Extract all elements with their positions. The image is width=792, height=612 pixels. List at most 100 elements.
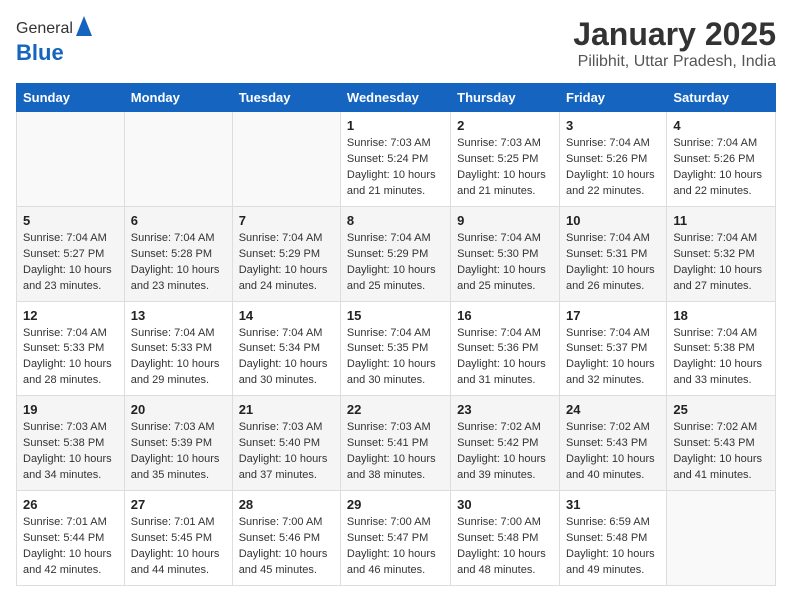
calendar-cell	[17, 112, 125, 207]
calendar-week-row: 19 Sunrise: 7:03 AM Sunset: 5:38 PM Dayli…	[17, 396, 776, 491]
location-title: Pilibhit, Uttar Pradesh, India	[573, 53, 776, 71]
calendar-cell: 10 Sunrise: 7:04 AM Sunset: 5:31 PM Dayli…	[560, 206, 667, 301]
day-number: 3	[566, 118, 660, 133]
calendar-cell: 1 Sunrise: 7:03 AM Sunset: 5:24 PM Daylig…	[340, 112, 450, 207]
day-number: 20	[131, 402, 226, 417]
day-number: 21	[239, 402, 334, 417]
day-info: Sunrise: 7:04 AM Sunset: 5:33 PM Dayligh…	[131, 326, 226, 390]
calendar-cell: 3Sunrise: 7:04 AM Sunset: 5:26 PM Daylig…	[560, 112, 667, 207]
calendar-cell: 13 Sunrise: 7:04 AM Sunset: 5:33 PM Dayli…	[124, 301, 232, 396]
calendar-cell: 2 Sunrise: 7:03 AM Sunset: 5:25 PM Daylig…	[451, 112, 560, 207]
day-number: 28	[239, 497, 334, 512]
day-number: 6	[131, 213, 226, 228]
day-number: 16	[457, 308, 553, 323]
calendar-week-row: 5 Sunrise: 7:04 AM Sunset: 5:27 PM Daylig…	[17, 206, 776, 301]
calendar-cell: 7 Sunrise: 7:04 AM Sunset: 5:29 PM Daylig…	[232, 206, 340, 301]
day-number: 15	[347, 308, 444, 323]
day-info: Sunrise: 7:04 AM Sunset: 5:26 PM Dayligh…	[673, 136, 769, 200]
logo-general-text: General	[16, 20, 73, 38]
page-header: General Blue January 2025 Pilibhit, Utta…	[16, 16, 776, 71]
day-info: Sunrise: 7:02 AM Sunset: 5:43 PM Dayligh…	[673, 420, 769, 484]
day-info: Sunrise: 7:04 AM Sunset: 5:33 PM Dayligh…	[23, 326, 118, 390]
day-info: Sunrise: 7:04 AM Sunset: 5:37 PM Dayligh…	[566, 326, 660, 390]
day-info: Sunrise: 7:04 AM Sunset: 5:32 PM Dayligh…	[673, 231, 769, 295]
calendar-cell: 23 Sunrise: 7:02 AM Sunset: 5:42 PM Dayli…	[451, 396, 560, 491]
day-info: Sunrise: 7:04 AM Sunset: 5:31 PM Dayligh…	[566, 231, 660, 295]
calendar-cell: 19 Sunrise: 7:03 AM Sunset: 5:38 PM Dayli…	[17, 396, 125, 491]
day-number: 13	[131, 308, 226, 323]
weekday-header-monday: Monday	[124, 84, 232, 112]
day-number: 2	[457, 118, 553, 133]
calendar-cell: 25 Sunrise: 7:02 AM Sunset: 5:43 PM Dayli…	[667, 396, 776, 491]
weekday-header-wednesday: Wednesday	[340, 84, 450, 112]
calendar-cell	[232, 112, 340, 207]
calendar-cell: 21Sunrise: 7:03 AM Sunset: 5:40 PM Dayli…	[232, 396, 340, 491]
calendar-cell: 26 Sunrise: 7:01 AM Sunset: 5:44 PM Dayli…	[17, 491, 125, 586]
day-number: 7	[239, 213, 334, 228]
day-number: 30	[457, 497, 553, 512]
calendar-cell: 27Sunrise: 7:01 AM Sunset: 5:45 PM Dayli…	[124, 491, 232, 586]
calendar-cell: 4Sunrise: 7:04 AM Sunset: 5:26 PM Daylig…	[667, 112, 776, 207]
calendar-week-row: 26 Sunrise: 7:01 AM Sunset: 5:44 PM Dayli…	[17, 491, 776, 586]
calendar-cell: 28Sunrise: 7:00 AM Sunset: 5:46 PM Dayli…	[232, 491, 340, 586]
month-title: January 2025	[573, 16, 776, 53]
day-info: Sunrise: 7:04 AM Sunset: 5:29 PM Dayligh…	[239, 231, 334, 295]
weekday-header-tuesday: Tuesday	[232, 84, 340, 112]
calendar-cell: 30 Sunrise: 7:00 AM Sunset: 5:48 PM Dayli…	[451, 491, 560, 586]
day-info: Sunrise: 7:04 AM Sunset: 5:28 PM Dayligh…	[131, 231, 226, 295]
weekday-header-sunday: Sunday	[17, 84, 125, 112]
day-info: Sunrise: 7:03 AM Sunset: 5:24 PM Dayligh…	[347, 136, 444, 200]
day-number: 19	[23, 402, 118, 417]
day-info: Sunrise: 7:04 AM Sunset: 5:38 PM Dayligh…	[673, 326, 769, 390]
title-area: January 2025 Pilibhit, Uttar Pradesh, In…	[573, 16, 776, 71]
day-info: Sunrise: 7:04 AM Sunset: 5:29 PM Dayligh…	[347, 231, 444, 295]
day-info: Sunrise: 7:03 AM Sunset: 5:41 PM Dayligh…	[347, 420, 444, 484]
weekday-header-thursday: Thursday	[451, 84, 560, 112]
day-number: 25	[673, 402, 769, 417]
calendar-header-row: SundayMondayTuesdayWednesdayThursdayFrid…	[17, 84, 776, 112]
day-number: 31	[566, 497, 660, 512]
calendar-cell: 17Sunrise: 7:04 AM Sunset: 5:37 PM Dayli…	[560, 301, 667, 396]
day-info: Sunrise: 7:02 AM Sunset: 5:43 PM Dayligh…	[566, 420, 660, 484]
day-number: 24	[566, 402, 660, 417]
day-info: Sunrise: 7:03 AM Sunset: 5:38 PM Dayligh…	[23, 420, 118, 484]
day-info: Sunrise: 7:04 AM Sunset: 5:30 PM Dayligh…	[457, 231, 553, 295]
day-info: Sunrise: 6:59 AM Sunset: 5:48 PM Dayligh…	[566, 515, 660, 579]
day-number: 29	[347, 497, 444, 512]
calendar-cell: 8 Sunrise: 7:04 AM Sunset: 5:29 PM Daylig…	[340, 206, 450, 301]
calendar-cell: 11 Sunrise: 7:04 AM Sunset: 5:32 PM Dayli…	[667, 206, 776, 301]
day-info: Sunrise: 7:01 AM Sunset: 5:44 PM Dayligh…	[23, 515, 118, 579]
day-number: 11	[673, 213, 769, 228]
day-info: Sunrise: 7:01 AM Sunset: 5:45 PM Dayligh…	[131, 515, 226, 579]
day-number: 8	[347, 213, 444, 228]
calendar-cell: 16 Sunrise: 7:04 AM Sunset: 5:36 PM Dayli…	[451, 301, 560, 396]
weekday-header-friday: Friday	[560, 84, 667, 112]
calendar-cell: 22Sunrise: 7:03 AM Sunset: 5:41 PM Dayli…	[340, 396, 450, 491]
calendar-cell: 6 Sunrise: 7:04 AM Sunset: 5:28 PM Daylig…	[124, 206, 232, 301]
day-number: 1	[347, 118, 444, 133]
logo: General Blue	[16, 16, 92, 65]
logo-icon	[76, 16, 92, 36]
day-number: 26	[23, 497, 118, 512]
day-number: 9	[457, 213, 553, 228]
day-number: 10	[566, 213, 660, 228]
day-number: 5	[23, 213, 118, 228]
day-info: Sunrise: 7:04 AM Sunset: 5:36 PM Dayligh…	[457, 326, 553, 390]
calendar-cell: 29 Sunrise: 7:00 AM Sunset: 5:47 PM Dayli…	[340, 491, 450, 586]
day-number: 18	[673, 308, 769, 323]
day-info: Sunrise: 7:00 AM Sunset: 5:48 PM Dayligh…	[457, 515, 553, 579]
calendar-cell	[124, 112, 232, 207]
calendar-table: SundayMondayTuesdayWednesdayThursdayFrid…	[16, 83, 776, 586]
day-info: Sunrise: 7:04 AM Sunset: 5:27 PM Dayligh…	[23, 231, 118, 295]
day-info: Sunrise: 7:02 AM Sunset: 5:42 PM Dayligh…	[457, 420, 553, 484]
calendar-cell: 12Sunrise: 7:04 AM Sunset: 5:33 PM Dayli…	[17, 301, 125, 396]
day-number: 23	[457, 402, 553, 417]
day-info: Sunrise: 7:03 AM Sunset: 5:25 PM Dayligh…	[457, 136, 553, 200]
calendar-week-row: 1 Sunrise: 7:03 AM Sunset: 5:24 PM Daylig…	[17, 112, 776, 207]
calendar-cell: 15Sunrise: 7:04 AM Sunset: 5:35 PM Dayli…	[340, 301, 450, 396]
calendar-cell: 5 Sunrise: 7:04 AM Sunset: 5:27 PM Daylig…	[17, 206, 125, 301]
calendar-cell: 14Sunrise: 7:04 AM Sunset: 5:34 PM Dayli…	[232, 301, 340, 396]
day-info: Sunrise: 7:00 AM Sunset: 5:47 PM Dayligh…	[347, 515, 444, 579]
calendar-cell: 31 Sunrise: 6:59 AM Sunset: 5:48 PM Dayli…	[560, 491, 667, 586]
calendar-cell: 24 Sunrise: 7:02 AM Sunset: 5:43 PM Dayli…	[560, 396, 667, 491]
